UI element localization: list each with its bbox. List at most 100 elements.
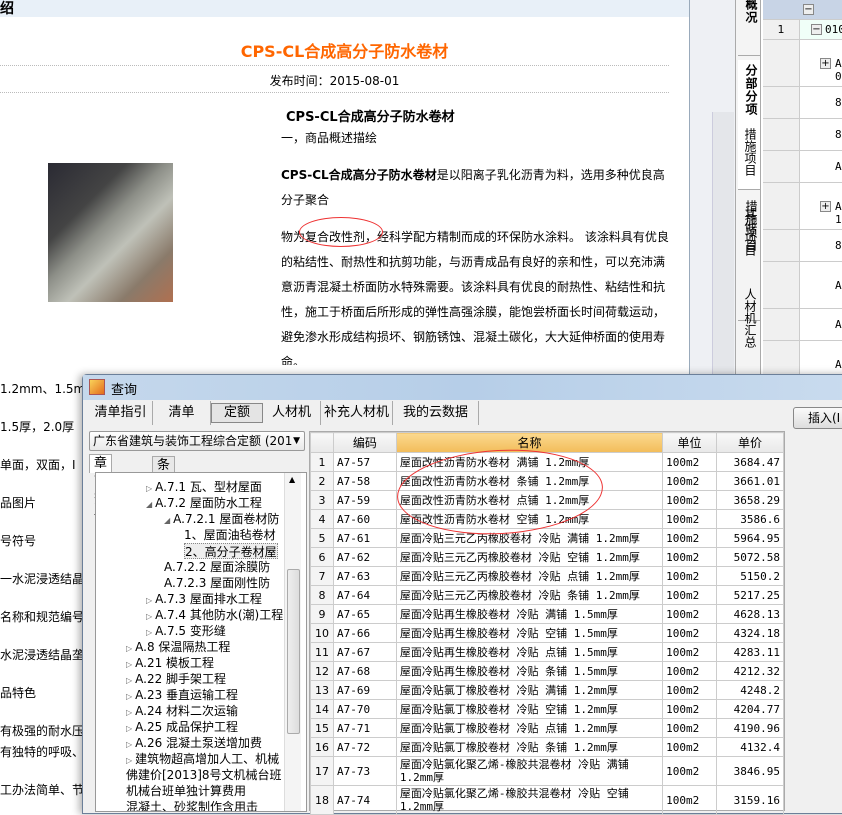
row-code: A7-58	[332, 471, 397, 491]
table-row[interactable]: 17 A7-73 屋面冷贴氯化聚乙烯-橡胶共混卷材 冷贴 满铺 1.2mm厚 100m…	[310, 756, 784, 786]
grid-row[interactable]: 1−010	[763, 20, 842, 40]
expand-icon[interactable]: ▷	[126, 740, 132, 749]
tree-node[interactable]: ▷ A.7.5 变形缝	[146, 623, 226, 639]
tree-node-label: A.24 材料二次运输	[135, 704, 239, 718]
tree-node[interactable]: ◢ A.7.2.1 屋面卷材防	[164, 511, 279, 527]
tree-node[interactable]: ▷ A.7.1 瓦、型材屋面	[146, 479, 262, 495]
tree-node[interactable]: ▷ 建筑物超高增加人工、机械	[126, 751, 279, 767]
col-code[interactable]: 编码	[332, 432, 397, 453]
row-price: 5150.2	[716, 566, 784, 586]
grid-row[interactable]: 8	[763, 230, 842, 262]
tab-2[interactable]: 定额	[211, 403, 263, 423]
tree-node[interactable]: ▷ A.22 脚手架工程	[126, 671, 226, 687]
scroll-up-icon[interactable]: ▲	[289, 475, 295, 484]
row-index: 1	[310, 452, 334, 472]
tree-node[interactable]: 佛建价[2013]8号文机械台班	[126, 767, 282, 783]
tree-node-label: A.8 保温隔热工程	[135, 640, 231, 654]
item-grid: −1−010+A 088A+A 18AAA8AA	[763, 0, 842, 499]
table-row[interactable]: 14 A7-70 屋面冷贴氯丁橡胶卷材 冷贴 空铺 1.2mm厚 100m2 4204.…	[310, 699, 784, 719]
table-row[interactable]: 18 A7-74 屋面冷贴氯化聚乙烯-橡胶共混卷材 冷贴 空铺 1.2mm厚 100m…	[310, 785, 784, 815]
col-price[interactable]: 单价	[716, 432, 784, 453]
tree-node[interactable]: ▷ A.21 模板工程	[126, 655, 214, 671]
collapse-icon[interactable]: −	[803, 4, 814, 15]
table-row[interactable]: 6 A7-62 屋面冷贴三元乙丙橡胶卷材 冷贴 空铺 1.2mm厚 100m2 5072…	[310, 547, 784, 567]
dialog-titlebar[interactable]: 查询	[83, 375, 842, 400]
expand-icon[interactable]: ▷	[126, 756, 132, 765]
grid-row[interactable]: A	[763, 262, 842, 309]
tree-node[interactable]: 机械台班单独计算费用	[126, 783, 246, 799]
expand-icon[interactable]: +	[820, 200, 831, 212]
row-index: 7	[310, 566, 334, 586]
tree-node[interactable]: ▷ A.7.3 屋面排水工程	[146, 591, 262, 607]
tree-node[interactable]: ◢ A.7.2 屋面防水工程	[146, 495, 262, 511]
table-row[interactable]: 9 A7-65 屋面冷贴再生橡胶卷材 冷贴 满铺 1.5mm厚 100m2 4628.1…	[310, 604, 784, 624]
collapsed-panel[interactable]	[712, 112, 734, 380]
table-row[interactable]: 10 A7-66 屋面冷贴再生橡胶卷材 冷贴 空铺 1.5mm厚 100m2 4324.…	[310, 623, 784, 643]
tree-node[interactable]: A.7.2.2 屋面涂膜防	[164, 559, 270, 575]
row-code: A7-57	[332, 452, 397, 472]
tab-measures-label[interactable]: 措施项目	[737, 128, 759, 176]
expand-icon[interactable]: ▷	[126, 708, 132, 717]
grid-row[interactable]: + A 0	[763, 40, 842, 87]
tree-node[interactable]: ▷ A.25 成品保护工程	[126, 719, 238, 735]
scrollbar-thumb[interactable]	[287, 569, 300, 734]
grid-row[interactable]: A	[763, 309, 842, 341]
expand-icon[interactable]: +	[820, 57, 831, 69]
table-row[interactable]: 11 A7-67 屋面冷贴再生橡胶卷材 冷贴 点铺 1.5mm厚 100m2 4283.…	[310, 642, 784, 662]
tab-chapter-search[interactable]: 章节查询	[89, 454, 113, 525]
tree-node-label: A.21 模板工程	[135, 656, 215, 670]
collapse-icon[interactable]: ◢	[146, 500, 152, 509]
row-code: A7-59	[332, 490, 397, 510]
article-subtitle: CPS-CL合成高分子防水卷材	[286, 110, 455, 125]
tab-1[interactable]: 清单	[153, 401, 211, 425]
tree-node[interactable]: ▷ A.26 混凝土泵送增加费	[126, 735, 262, 751]
tab-overview[interactable]: 概况	[738, 0, 760, 56]
expand-icon[interactable]: ▷	[146, 612, 152, 621]
table-row[interactable]: 5 A7-61 屋面冷贴三元乙丙橡胶卷材 冷贴 满铺 1.2mm厚 100m2 5964…	[310, 528, 784, 548]
expand-icon[interactable]: ▷	[126, 644, 132, 653]
tab-3[interactable]: 人材机	[263, 401, 321, 425]
table-row[interactable]: 16 A7-72 屋面冷贴氯丁橡胶卷材 冷贴 条铺 1.2mm厚 100m2 4132.…	[310, 737, 784, 757]
table-row[interactable]: 15 A7-71 屋面冷贴氯丁橡胶卷材 冷贴 点铺 1.2mm厚 100m2 4190.…	[310, 718, 784, 738]
tree-node-label: 混凝土、砂浆制作含用击	[126, 800, 259, 812]
library-select[interactable]: 广东省建筑与装饰工程综合定额 (201 ▼	[89, 431, 305, 451]
tab-0[interactable]: 清单指引	[89, 401, 153, 425]
tree-node[interactable]: ▷ A.23 垂直运输工程	[126, 687, 238, 703]
expand-icon[interactable]: ▷	[126, 692, 132, 701]
grid-row[interactable]: + A 1	[763, 183, 842, 230]
row-name: 屋面冷贴再生橡胶卷材 冷贴 空铺 1.5mm厚	[395, 623, 664, 643]
table-row[interactable]: 8 A7-64 屋面冷贴三元乙丙橡胶卷材 冷贴 条铺 1.2mm厚 100m2 5217…	[310, 585, 784, 605]
row-index: 14	[310, 699, 334, 719]
left-text-fragment: 工办法简单、节	[0, 783, 85, 797]
insert-button[interactable]: 插入(I	[793, 407, 842, 429]
tree-node[interactable]: 2、高分子卷材屋	[184, 543, 278, 559]
expand-icon[interactable]: ▷	[146, 484, 152, 493]
expand-icon[interactable]: ▷	[126, 676, 132, 685]
tab-4[interactable]: 补充人材机	[321, 401, 393, 425]
tree-node[interactable]: ▷ A.8 保温隔热工程	[126, 639, 230, 655]
expand-icon[interactable]: ▷	[126, 660, 132, 669]
tree-node[interactable]: 1、屋面油毡卷材	[184, 527, 276, 543]
grid-row[interactable]: A	[763, 151, 842, 183]
tree-node[interactable]: ▷ A.24 材料二次运输	[126, 703, 238, 719]
tree-node[interactable]: 混凝土、砂浆制作含用击	[126, 799, 259, 812]
grid-row[interactable]: 8	[763, 119, 842, 151]
table-row[interactable]: 12 A7-68 屋面冷贴再生橡胶卷材 冷贴 条铺 1.5mm厚 100m2 4212.…	[310, 661, 784, 681]
tab-resources-summary[interactable]: 人材机汇总	[737, 288, 759, 348]
collapse-icon[interactable]: −	[811, 24, 822, 35]
tree-node[interactable]: A.7.2.3 屋面刚性防	[164, 575, 270, 591]
table-row[interactable]: 13 A7-69 屋面冷贴氯丁橡胶卷材 冷贴 满铺 1.2mm厚 100m2 4248.…	[310, 680, 784, 700]
collapse-icon[interactable]: ◢	[164, 516, 170, 525]
tab-5[interactable]: 我的云数据	[393, 401, 479, 425]
col-unit[interactable]: 单位	[662, 432, 718, 453]
tab-other[interactable]: 其他项目	[737, 208, 759, 256]
grid-row[interactable]: 8	[763, 87, 842, 119]
tree-node[interactable]: ▷ A.7.4 其他防水(潮)工程	[146, 607, 283, 623]
row-code: 8	[835, 96, 842, 109]
expand-icon[interactable]: ▷	[126, 724, 132, 733]
expand-icon[interactable]: ▷	[146, 628, 152, 637]
tree-scrollbar[interactable]: ▲	[284, 473, 301, 811]
expand-icon[interactable]: ▷	[146, 596, 152, 605]
product-photo	[48, 163, 173, 302]
table-row[interactable]: 7 A7-63 屋面冷贴三元乙丙橡胶卷材 冷贴 点铺 1.2mm厚 100m2 5150…	[310, 566, 784, 586]
